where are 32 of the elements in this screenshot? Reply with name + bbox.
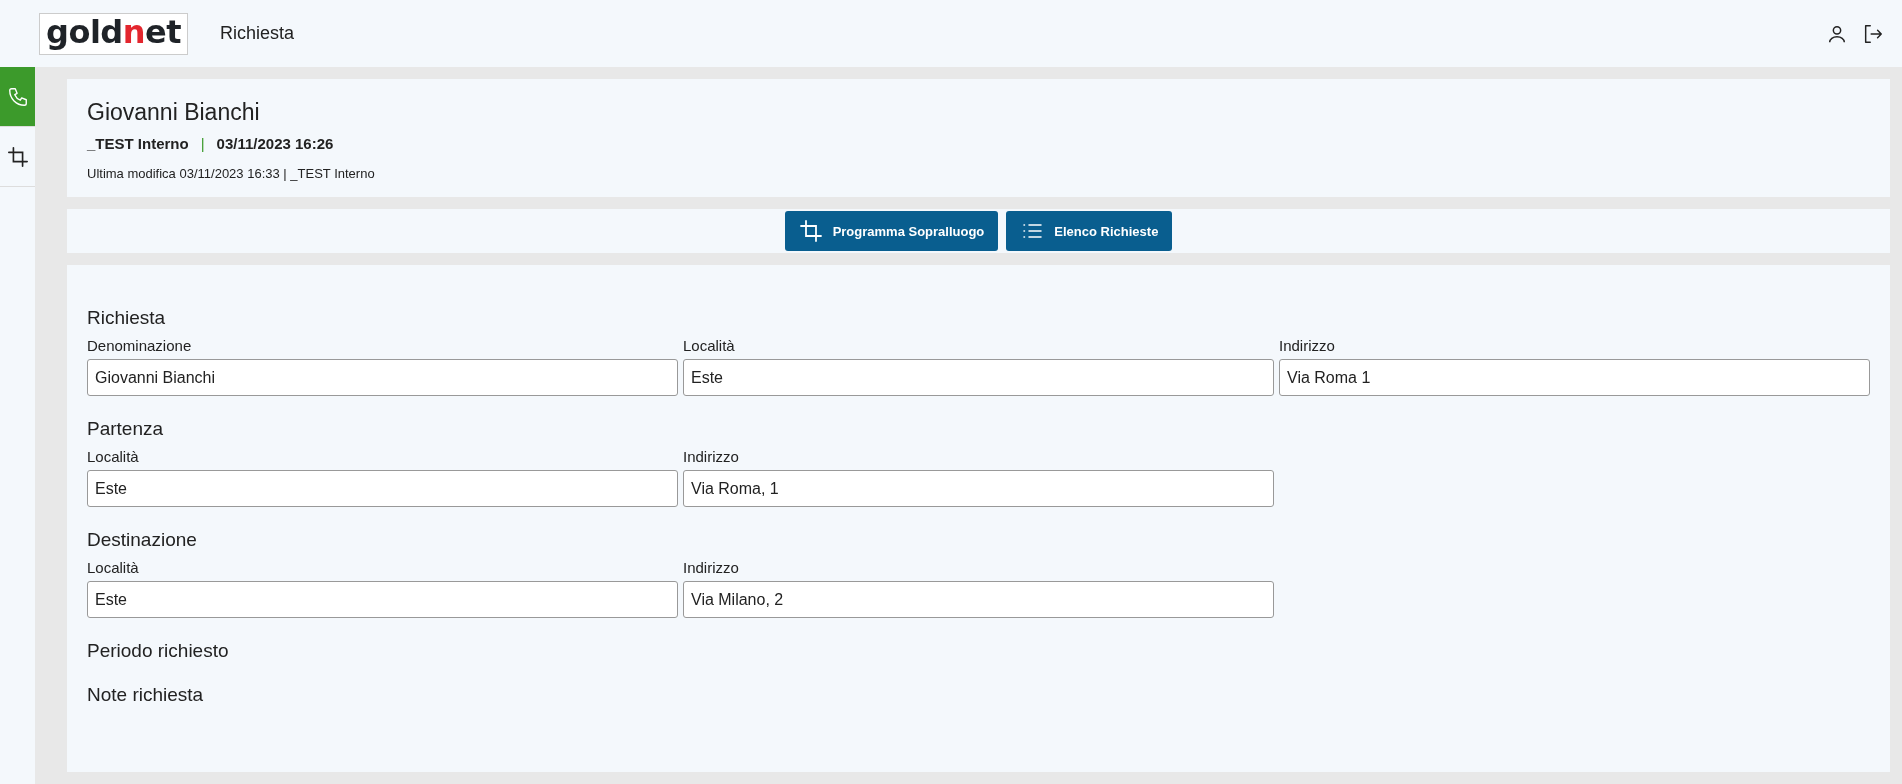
toolbar-button[interactable]: Elenco Richieste: [1006, 211, 1173, 251]
input-field[interactable]: Este: [87, 470, 678, 507]
owner-text: _TEST Interno: [87, 135, 189, 152]
phone-icon: [6, 85, 29, 108]
last-modified-text: Ultima modifica 03/11/2023 16:33 | _TEST Interno: [87, 166, 376, 181]
section-title: Partenza: [87, 418, 165, 440]
field-label: Indirizzo: [683, 448, 740, 465]
input-field[interactable]: Via Roma, 1: [683, 470, 1274, 507]
section-title: Note richiesta: [87, 684, 205, 706]
section-title: Destinazione: [87, 529, 198, 551]
field-label: Località: [87, 448, 140, 465]
field-label: Indirizzo: [1279, 337, 1336, 354]
input-field[interactable]: Este: [683, 359, 1274, 396]
input-field[interactable]: Este: [87, 581, 678, 618]
goldnet-logo[interactable]: goldnet: [39, 12, 189, 55]
section-title: Periodo richiesto: [87, 640, 230, 662]
field-label: Località: [87, 559, 140, 576]
crop-icon: [6, 145, 29, 168]
logout-icon[interactable]: [1862, 22, 1884, 45]
section-title: Richiesta: [87, 307, 167, 329]
toolbar-button[interactable]: Programma Sopralluogo: [784, 211, 999, 251]
input-field[interactable]: Via Milano, 2: [683, 581, 1274, 618]
customer-name: Giovanni Bianchi: [87, 99, 261, 126]
crop-icon: [798, 219, 823, 243]
page-title: Richiesta: [220, 23, 295, 44]
date-text: 03/11/2023 16:26: [216, 135, 334, 152]
input-field[interactable]: Giovanni Bianchi: [87, 359, 678, 396]
field-label: Località: [683, 337, 736, 354]
field-label: Denominazione: [87, 337, 193, 354]
separator-text: |: [200, 135, 205, 152]
field-label: Indirizzo: [683, 559, 740, 576]
input-field[interactable]: Via Roma 1: [1279, 359, 1870, 396]
